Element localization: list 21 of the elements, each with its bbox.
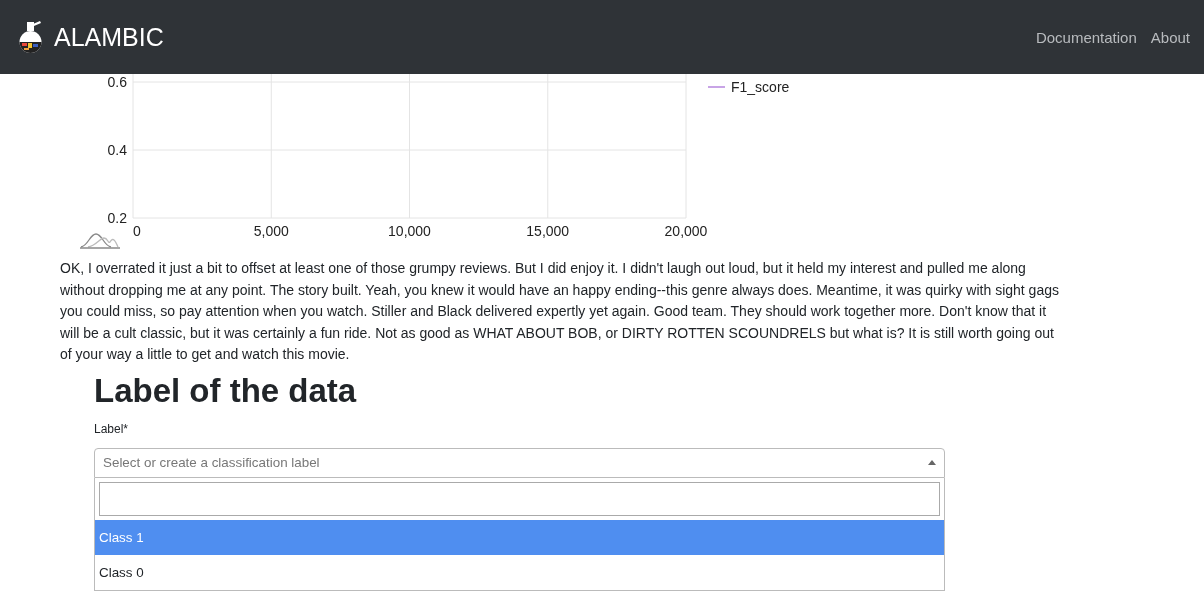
- section-heading: Label of the data: [94, 371, 358, 410]
- axis-tick-label: 15,000: [526, 223, 570, 239]
- axis-tick-label: 0: [133, 223, 141, 239]
- distribution-icon: [79, 233, 121, 249]
- dropdown-option[interactable]: Class 0: [95, 554, 944, 590]
- search-field[interactable]: [99, 481, 940, 516]
- axis-tick-label: 0.6: [107, 74, 127, 90]
- nav-link[interactable]: Documentation: [1035, 28, 1137, 46]
- axis-tick-label: 5,000: [253, 223, 289, 239]
- axis-tick-label: 0.4: [107, 142, 127, 158]
- nav-link[interactable]: About: [1150, 28, 1190, 46]
- field-label: Label*: [94, 421, 130, 436]
- axis-tick-label: 0.2: [107, 210, 127, 226]
- label-select[interactable]: Select or create a classification label: [94, 447, 945, 478]
- axis-tick-label: 10,000: [388, 223, 431, 239]
- axis-tick-label: 20,000: [664, 223, 708, 239]
- flask-logo-icon: [18, 21, 44, 53]
- legend-label: F1_score: [731, 79, 790, 95]
- review-text: OK, I overrated it just a bit to offset at least one of those grumpy reviews. But I did enjoy it. I didn't laugh out loud, but it held my interest and pulled me along without dropping me at any point. The story built. Yeah, you knew it would have an happy ending--this genre always does. Meantime, it was quirky with sight gags you could miss, so pay attention when you watch. Stiller and Black delivered expertly yet again. Good team. They should work together more. Don't know that it will be a cult classic, but it was certainly a fun ride. Not as good as WHAT ABOUT BOB, or DIRTY ROTTEN SCOUNDRELS but what is? It is still worth going out of your way a little to get and watch this movie.: [60, 259, 1060, 365]
- brand-name[interactable]: ALAMBIC: [54, 22, 164, 52]
- caret-icon: [928, 460, 936, 466]
